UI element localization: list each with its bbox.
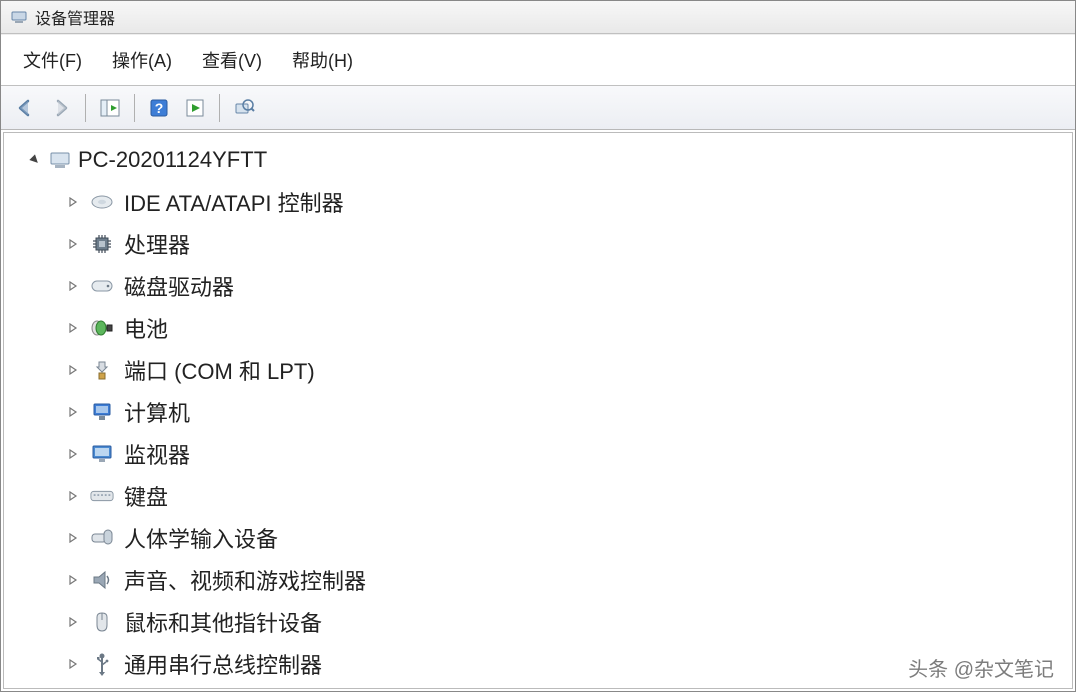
scan-hardware-button[interactable] [229, 93, 259, 123]
node-label: 鼠标和其他指针设备 [124, 606, 322, 638]
forward-button[interactable] [46, 93, 76, 123]
monitor-icon [90, 442, 114, 466]
title-bar: 设备管理器 [1, 1, 1075, 34]
node-label: 处理器 [124, 228, 190, 260]
node-label: 键盘 [124, 480, 168, 512]
disk-drive-icon [90, 274, 114, 298]
node-label: 磁盘驱动器 [124, 270, 234, 302]
expand-icon[interactable] [66, 615, 80, 629]
expand-icon[interactable] [66, 321, 80, 335]
help-button[interactable]: ? [144, 93, 174, 123]
hid-icon [90, 526, 114, 550]
tree-node-disk[interactable]: 磁盘驱动器 [60, 265, 1062, 307]
tree-node-cpu[interactable]: 处理器 [60, 223, 1062, 265]
expand-icon[interactable] [66, 363, 80, 377]
toolbar-separator [219, 94, 220, 122]
node-label: 人体学输入设备 [124, 522, 278, 554]
node-label: 声音、视频和游戏控制器 [124, 564, 366, 596]
device-manager-icon [9, 7, 29, 27]
tree-root-row[interactable]: PC-20201124YFTT [28, 147, 1062, 173]
watermark: 头条 @杂文笔记 [908, 653, 1054, 682]
computer-icon [90, 400, 114, 424]
sound-icon [90, 568, 114, 592]
expand-icon[interactable] [66, 405, 80, 419]
battery-icon [90, 316, 114, 340]
node-label: 监视器 [124, 438, 190, 470]
menu-file[interactable]: 文件(F) [15, 43, 90, 77]
node-label: 端口 (COM 和 LPT) [124, 354, 315, 386]
device-manager-window: 设备管理器 文件(F) 操作(A) 查看(V) 帮助(H) ? [0, 0, 1076, 692]
tree-node-keyboard[interactable]: 键盘 [60, 475, 1062, 517]
menubar: 文件(F) 操作(A) 查看(V) 帮助(H) [1, 34, 1075, 86]
expand-icon[interactable] [66, 531, 80, 545]
tree-node-ide[interactable]: IDE ATA/ATAPI 控制器 [60, 181, 1062, 223]
menu-help[interactable]: 帮助(H) [284, 43, 361, 77]
mouse-icon [90, 610, 114, 634]
svg-text:?: ? [155, 100, 164, 116]
node-label: IDE ATA/ATAPI 控制器 [124, 186, 344, 218]
expand-icon[interactable] [66, 237, 80, 251]
back-button[interactable] [10, 93, 40, 123]
tree-node-computer[interactable]: 计算机 [60, 391, 1062, 433]
menu-view[interactable]: 查看(V) [194, 43, 270, 77]
node-label: 通用串行总线控制器 [124, 648, 322, 680]
tree-node-monitor[interactable]: 监视器 [60, 433, 1062, 475]
expand-icon[interactable] [66, 489, 80, 503]
tree-node-hid[interactable]: 人体学输入设备 [60, 517, 1062, 559]
port-icon [90, 358, 114, 382]
menu-action[interactable]: 操作(A) [104, 43, 180, 77]
computer-root-icon [48, 148, 72, 172]
cpu-icon [90, 232, 114, 256]
disk-controller-icon [90, 190, 114, 214]
tree-node-mouse[interactable]: 鼠标和其他指针设备 [60, 601, 1062, 643]
toolbar: ? [1, 86, 1075, 130]
device-tree[interactable]: PC-20201124YFTT IDE ATA/ATAPI 控制器 处理器 磁盘… [3, 132, 1073, 689]
usb-icon [90, 652, 114, 676]
console-tree-button[interactable] [95, 93, 125, 123]
toolbar-separator [85, 94, 86, 122]
expand-icon[interactable] [66, 573, 80, 587]
properties-button[interactable] [180, 93, 210, 123]
root-label: PC-20201124YFTT [78, 147, 267, 173]
tree-node-port[interactable]: 端口 (COM 和 LPT) [60, 349, 1062, 391]
expand-icon[interactable] [66, 657, 80, 671]
expand-icon[interactable] [66, 279, 80, 293]
tree-node-sound[interactable]: 声音、视频和游戏控制器 [60, 559, 1062, 601]
keyboard-icon [90, 484, 114, 508]
expand-icon[interactable] [66, 447, 80, 461]
node-label: 电池 [124, 312, 168, 344]
toolbar-separator [134, 94, 135, 122]
node-label: 计算机 [124, 396, 190, 428]
expand-icon[interactable] [66, 195, 80, 209]
collapse-icon[interactable] [28, 153, 42, 167]
tree-node-battery[interactable]: 电池 [60, 307, 1062, 349]
window-title: 设备管理器 [35, 5, 115, 29]
